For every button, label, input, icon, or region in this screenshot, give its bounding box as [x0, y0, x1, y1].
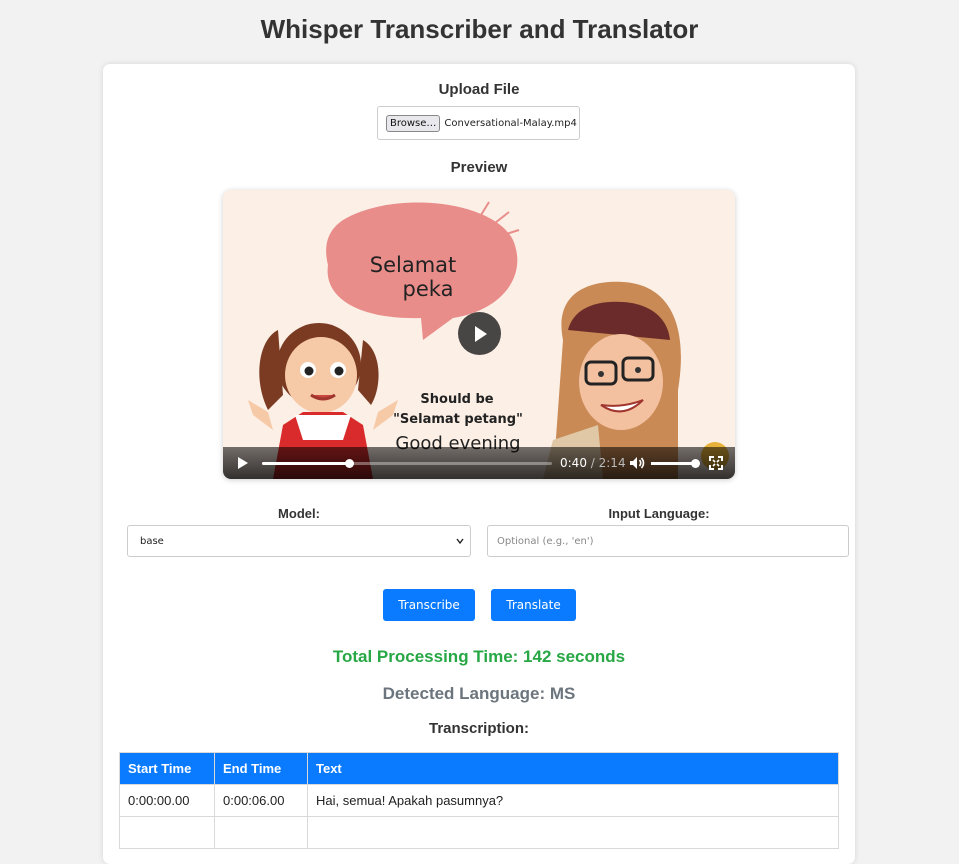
time-display: 0:40 / 2:14 [560, 456, 626, 470]
volume-slider[interactable] [651, 459, 700, 468]
end-time-cell [214, 816, 308, 849]
seek-handle[interactable] [345, 459, 354, 468]
column-header-text: Text [307, 752, 839, 785]
seek-slider[interactable] [262, 459, 552, 468]
caption-line-1: Should be [420, 392, 493, 407]
model-label: Model: [278, 506, 320, 521]
text-cell [307, 816, 839, 849]
column-header-start-time: Start Time [119, 752, 215, 785]
video-controls: 0:40 / 2:14 [223, 447, 735, 479]
seek-progress [262, 462, 349, 465]
selected-file-name: Conversational-Malay.mp4 [444, 117, 577, 129]
preview-heading: Preview [450, 159, 508, 176]
play-icon[interactable] [237, 456, 249, 470]
main-card: Upload File Browse… Conversational-Malay… [103, 64, 855, 864]
caption-line-2: "Selamat petang" [393, 412, 523, 427]
page-title: Whisper Transcriber and Translator [260, 14, 699, 44]
volume-icon[interactable] [629, 456, 645, 470]
bubble-line-2: peka [403, 277, 454, 301]
processing-time: Total Processing Time: 142 seconds [332, 647, 626, 666]
input-language-field[interactable] [487, 525, 849, 557]
current-time: 0:40 [560, 456, 587, 470]
table-row [119, 816, 839, 849]
model-selected-value: base [140, 535, 164, 547]
input-language-label: Input Language: [608, 506, 710, 521]
video-player[interactable]: Selamat peka Should be "Selamat petang" … [223, 190, 735, 479]
transcription-heading: Transcription: [428, 720, 529, 737]
play-icon [474, 325, 487, 342]
transcription-table: Start Time End Time Text 0:00:00.00 0:00… [119, 752, 839, 849]
browse-button[interactable]: Browse… [386, 114, 441, 132]
center-play-button[interactable] [458, 312, 501, 355]
time-separator: / [586, 456, 599, 470]
volume-level [651, 462, 695, 465]
upload-heading: Upload File [438, 81, 520, 98]
bubble-line-1: Selamat [370, 253, 457, 277]
duration: 2:14 [598, 456, 626, 470]
file-input[interactable]: Browse… Conversational-Malay.mp4 [377, 106, 580, 140]
column-header-end-time: End Time [214, 752, 308, 785]
text-cell: Hai, semua! Apakah pasumnya? [307, 784, 839, 817]
table-row: 0:00:00.00 0:00:06.00 Hai, semua! Apakah… [119, 784, 839, 817]
transcribe-button[interactable]: Transcribe [383, 589, 475, 621]
translate-button[interactable]: Translate [491, 589, 576, 621]
chevron-down-icon [456, 538, 464, 545]
model-select[interactable]: base [127, 525, 471, 557]
start-time-cell: 0:00:00.00 [119, 784, 215, 817]
volume-handle[interactable] [691, 459, 700, 468]
end-time-cell: 0:00:06.00 [214, 784, 308, 817]
table-header-row: Start Time End Time Text [119, 752, 839, 785]
start-time-cell [119, 816, 215, 849]
detected-language: Detected Language: MS [382, 684, 576, 703]
fullscreen-icon[interactable] [709, 456, 723, 470]
